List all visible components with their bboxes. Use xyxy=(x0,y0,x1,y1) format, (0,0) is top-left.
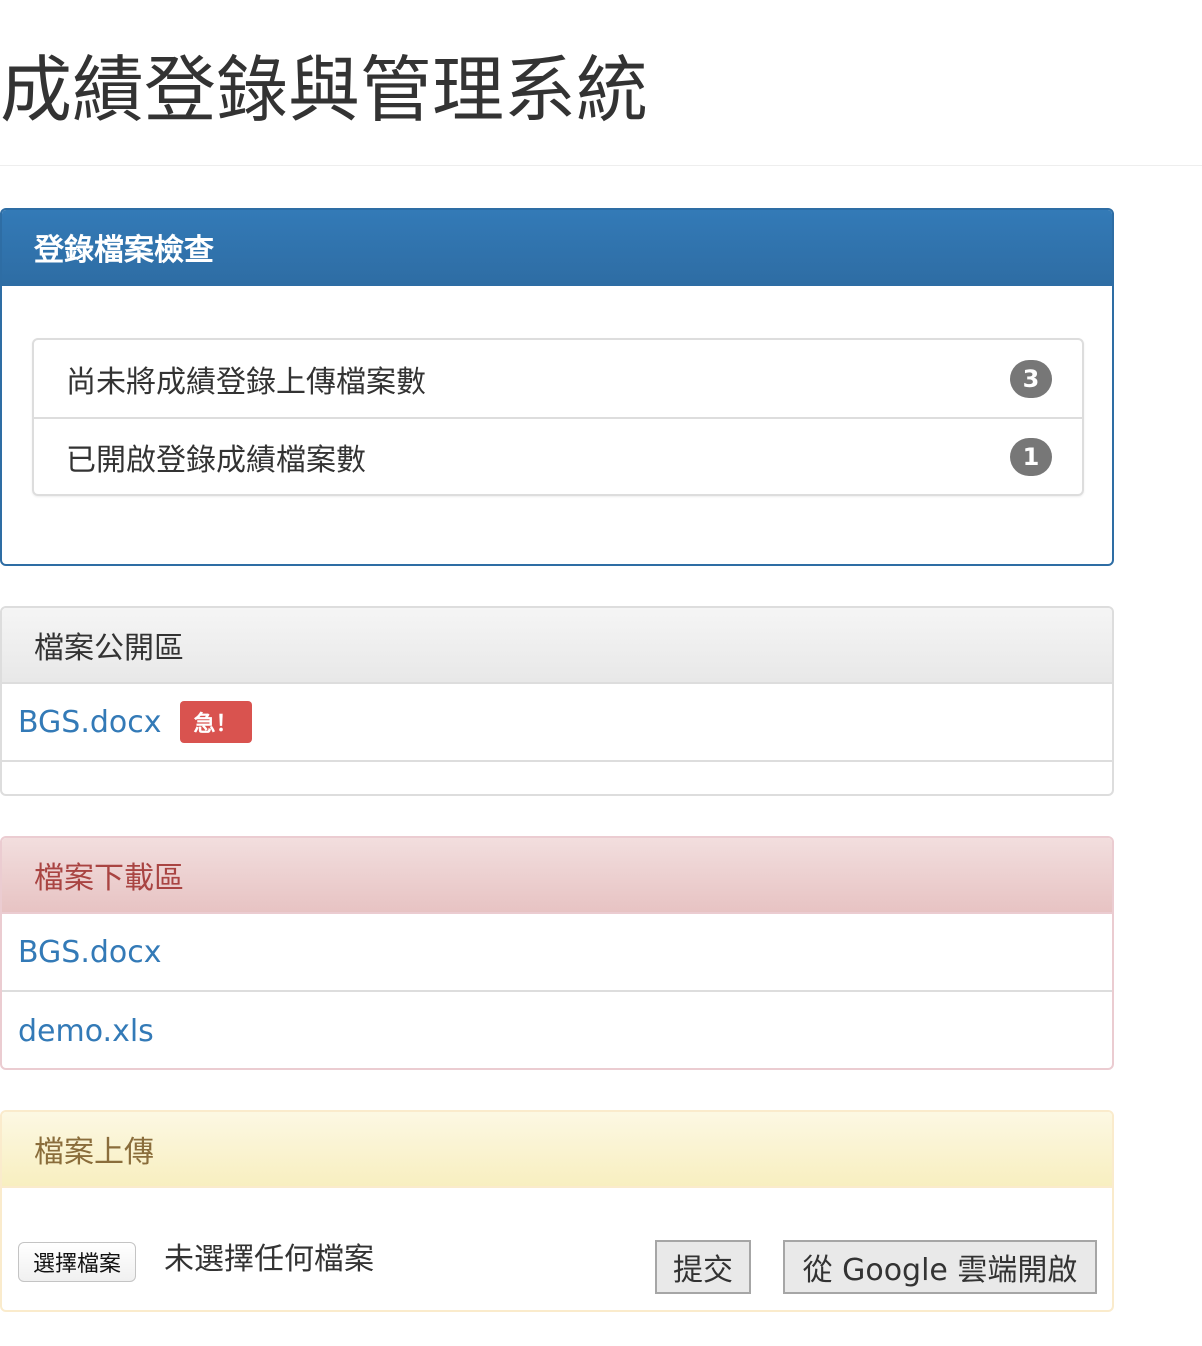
list-item: BGS.docx 急！ xyxy=(2,684,1112,762)
open-from-google-drive-button[interactable]: 從 Google 雲端開啟 xyxy=(783,1240,1097,1294)
list-item: 已開啟登錄成績檔案數 1 xyxy=(34,417,1082,494)
page-title: 成績登錄與管理系統 xyxy=(0,48,649,132)
list-item: demo.xls xyxy=(2,992,1112,1068)
submit-button[interactable]: 提交 xyxy=(655,1240,751,1294)
choose-file-button[interactable]: 選擇檔案 xyxy=(18,1242,137,1282)
list-item-label: 已開啟登錄成績檔案數 xyxy=(66,442,366,478)
count-badge: 3 xyxy=(1010,359,1052,398)
public-files-panel-title: 檔案公開區 xyxy=(2,608,1112,684)
file-link[interactable]: BGS.docx xyxy=(18,935,162,970)
list-item-label: 尚未將成績登錄上傳檔案數 xyxy=(66,364,426,400)
file-check-panel-title: 登錄檔案檢查 xyxy=(2,210,1112,286)
download-panel-title: 檔案下載區 xyxy=(2,838,1112,914)
page-header: 成績登錄與管理系統 xyxy=(0,0,1202,166)
file-link[interactable]: demo.xls xyxy=(18,1014,154,1049)
upload-panel: 檔案上傳 選擇檔案 未選擇任何檔案 提交 從 Google 雲端開啟 xyxy=(0,1110,1114,1312)
count-badge: 1 xyxy=(1010,437,1052,476)
upload-panel-title: 檔案上傳 xyxy=(2,1112,1112,1188)
list-item: 尚未將成績登錄上傳檔案數 3 xyxy=(34,340,1082,417)
upload-form: 選擇檔案 未選擇任何檔案 提交 從 Google 雲端開啟 xyxy=(2,1188,1112,1310)
selected-file-status: 未選擇任何檔案 xyxy=(164,1242,374,1277)
urgent-badge: 急！ xyxy=(179,701,252,743)
download-panel: 檔案下載區 BGS.docx demo.xls xyxy=(0,836,1114,1070)
list-item: BGS.docx xyxy=(2,914,1112,992)
file-check-list: 尚未將成績登錄上傳檔案數 3 已開啟登錄成績檔案數 1 xyxy=(32,338,1084,496)
file-link[interactable]: BGS.docx xyxy=(18,705,162,740)
public-files-panel: 檔案公開區 BGS.docx 急！ xyxy=(0,606,1114,796)
file-check-panel: 登錄檔案檢查 尚未將成績登錄上傳檔案數 3 已開啟登錄成績檔案數 1 xyxy=(0,208,1114,566)
